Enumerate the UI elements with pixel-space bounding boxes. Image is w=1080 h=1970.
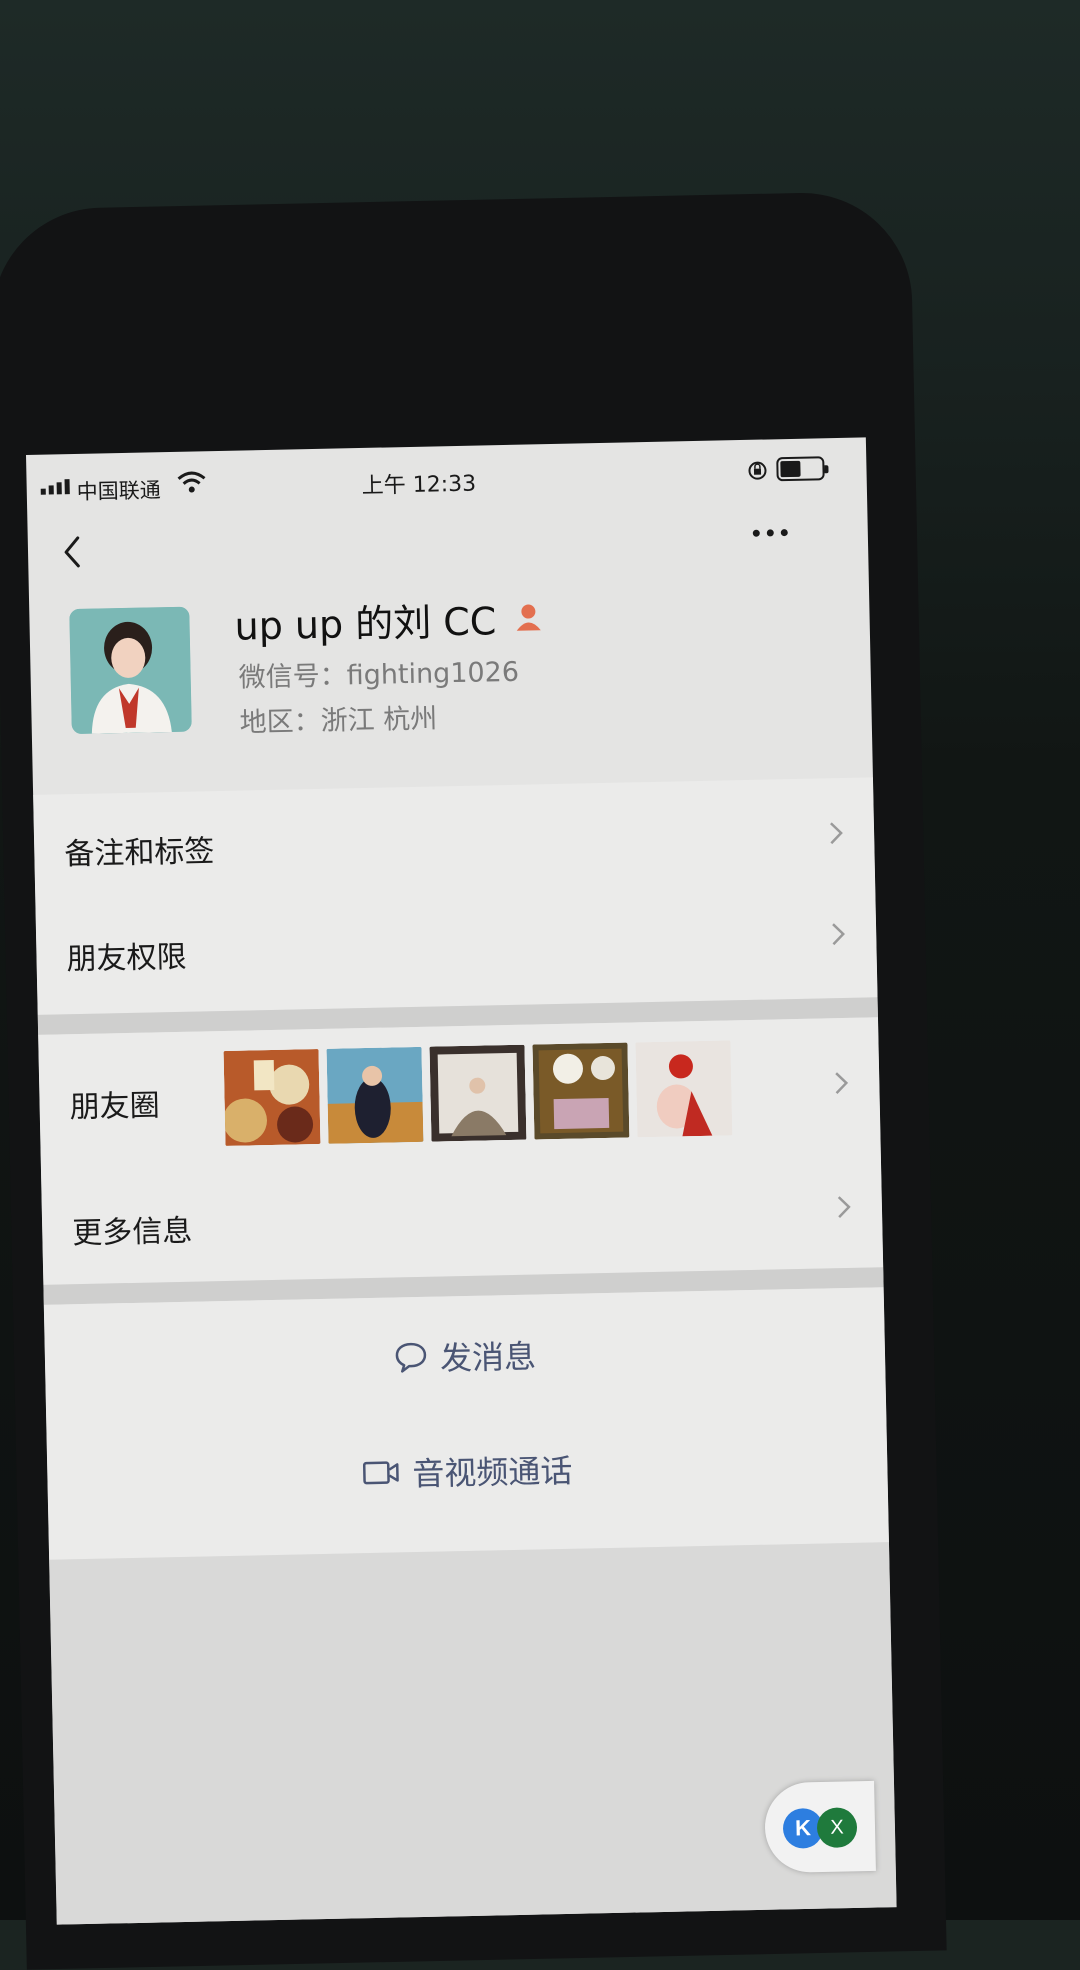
empty-area: [49, 1542, 897, 1925]
rotation-lock-icon: [748, 461, 767, 480]
row-moments-label: 朋友圈: [69, 1088, 161, 1126]
contact-name: up up 的刘 CC: [234, 599, 497, 649]
row-more-info-label: 更多信息: [71, 1213, 193, 1252]
chevron-right-icon: [835, 1072, 849, 1095]
video-call-label: 音视频通话: [412, 1451, 573, 1494]
x-app-icon[interactable]: X: [816, 1807, 858, 1849]
more-options-icon[interactable]: [752, 517, 803, 548]
chevron-right-icon: [832, 923, 845, 946]
carrier-name: 中国联通: [76, 478, 162, 504]
back-arrow-icon[interactable]: [58, 532, 89, 573]
wifi-icon: [177, 471, 206, 493]
moment-thumbnail: [429, 1044, 527, 1142]
battery-icon: [776, 456, 829, 482]
row-remark-tags-label: 备注和标签: [64, 834, 215, 873]
chat-bubble-icon: [395, 1342, 427, 1373]
signal-icon: [40, 479, 70, 495]
row-friend-permissions-label: 朋友权限: [66, 939, 187, 978]
region: 地区：浙江 杭州: [239, 703, 438, 739]
moment-thumbnail: [532, 1042, 630, 1140]
row-more-info[interactable]: 更多信息: [41, 1147, 883, 1285]
moments-thumbnails: [223, 1040, 733, 1146]
video-camera-icon: [362, 1461, 399, 1485]
profile-name-row: up up 的刘 CC: [234, 589, 543, 650]
chevron-right-icon: [837, 1196, 851, 1219]
chevron-right-icon: [830, 822, 843, 845]
row-friend-permissions[interactable]: 朋友权限: [35, 887, 877, 1015]
contact-profile-screen: 中国联通 上午 12:33 up up 的刘 CC 微信号：fighting10…: [26, 437, 897, 1925]
status-time: 上午 12:33: [361, 471, 477, 499]
row-moments[interactable]: 朋友圈: [38, 1017, 881, 1165]
avatar[interactable]: [69, 606, 192, 735]
wechat-id: 微信号：fighting1026: [238, 656, 520, 694]
row-remark-tags[interactable]: 备注和标签: [33, 777, 875, 905]
moment-thumbnail: [635, 1040, 733, 1138]
person-badge-icon: [516, 604, 541, 631]
floating-widget[interactable]: K X: [764, 1780, 876, 1874]
avatar-photo: [69, 606, 192, 735]
moment-thumbnail: [326, 1046, 424, 1144]
send-message-label: 发消息: [439, 1337, 537, 1378]
moment-thumbnail: [223, 1049, 321, 1146]
